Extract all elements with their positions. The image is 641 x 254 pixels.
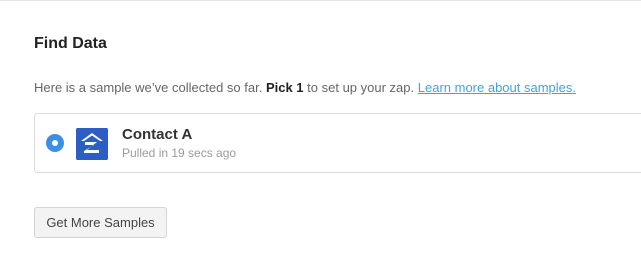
sample-title: Contact A: [122, 126, 193, 143]
intro-emphasis: Pick 1: [265, 80, 304, 95]
sample-item[interactable]: Contact A Pulled in 19 secs ago: [34, 113, 641, 173]
learn-more-link[interactable]: Learn more about samples.: [418, 80, 576, 95]
sample-radio[interactable]: [46, 134, 64, 152]
sample-subtitle: Pulled in 19 secs ago: [122, 146, 237, 160]
find-data-panel: Find Data Here is a sample we’ve collect…: [0, 0, 641, 254]
intro-prefix: Here is a sample we’ve collected so far.: [34, 80, 263, 95]
zillow-icon: [76, 128, 108, 160]
intro-text: Here is a sample we’ve collected so far.…: [34, 80, 576, 96]
get-more-samples-button[interactable]: Get More Samples: [34, 207, 167, 238]
intro-suffix: to set up your zap.: [307, 80, 415, 95]
page-title: Find Data: [34, 35, 107, 52]
